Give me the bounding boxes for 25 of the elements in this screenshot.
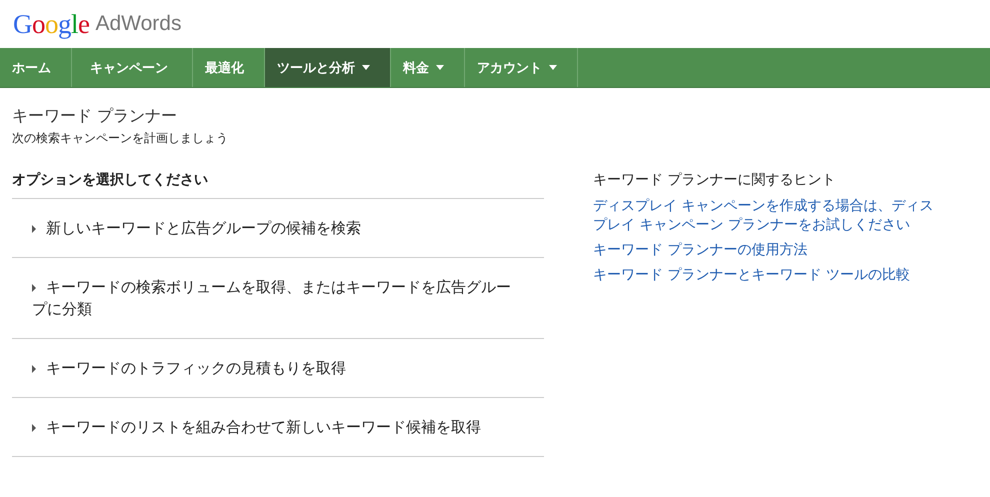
nav-tab[interactable]: ツールと分析 [265,48,391,87]
option-item[interactable]: キーワードの検索ボリュームを取得、またはキーワードを広告グループに分類 [12,258,544,339]
caret-icon [436,65,444,70]
nav-tab[interactable]: 料金 [391,48,465,87]
expand-icon [32,364,36,373]
page-title: キーワード プランナー [12,106,178,127]
tips-heading: キーワード プランナーに関するヒント [593,171,836,189]
option-item[interactable]: キーワードのトラフィックの見積もりを取得 [12,339,544,398]
tip-link[interactable]: ディスプレイ キャンペーンを作成する場合は、ディスプレイ キャンペーン プランナーをお試しください [593,197,938,235]
nav-tab[interactable]: アカウント [465,48,578,87]
product-name: AdWords [96,12,182,36]
expand-icon [32,284,36,292]
expand-icon [32,224,36,233]
tip-link[interactable]: キーワード プランナーの使用方法 [593,241,938,260]
option-item[interactable]: 新しいキーワードと広告グループの候補を検索 [12,199,544,258]
nav-tab[interactable]: ホーム [0,48,72,87]
page-subtitle: 次の検索キャンペーンを計画しましょう [12,130,229,147]
options-heading: オプションを選択してください [12,171,544,199]
option-item[interactable]: キーワードのリストを組み合わせて新しいキーワード候補を取得 [12,398,544,457]
nav-tab[interactable]: キャンペーン [72,48,193,87]
tip-link[interactable]: キーワード プランナーとキーワード ツールの比較 [593,266,938,285]
expand-icon [32,424,36,432]
brand-logo[interactable]: Google [13,8,90,40]
caret-icon [549,65,557,70]
caret-icon [362,65,370,70]
